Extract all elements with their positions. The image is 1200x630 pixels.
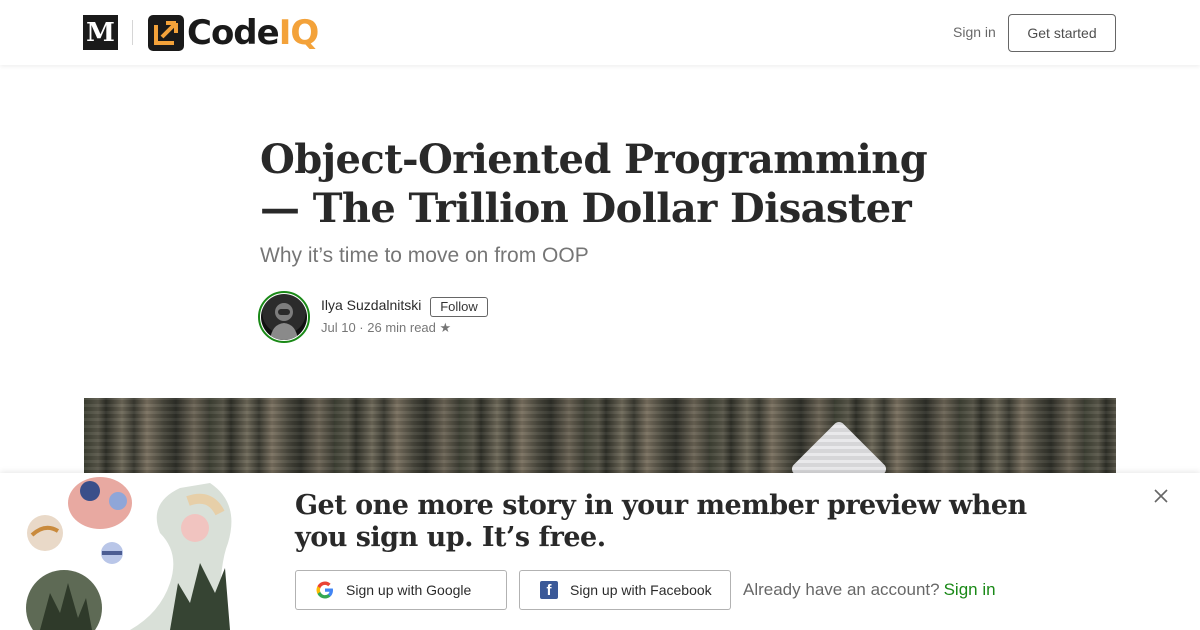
follow-button[interactable]: Follow (430, 297, 488, 317)
logo-divider (132, 20, 133, 45)
signup-banner: Get one more story in your member previe… (0, 473, 1200, 630)
banner-headline: Get one more story in your member previe… (295, 490, 1027, 553)
google-signup-button[interactable]: Sign up with Google (295, 570, 507, 610)
brand-iq-text: IQ (278, 13, 320, 53)
facebook-icon: f (540, 581, 558, 599)
article-title: Object-Oriented Programming — The Trilli… (260, 136, 928, 232)
banner-sign-in-link[interactable]: Sign in (944, 580, 996, 599)
close-icon[interactable] (1150, 485, 1172, 507)
codeiq-logo-icon (148, 15, 184, 51)
banner-illustration (20, 473, 240, 630)
author-avatar[interactable] (261, 294, 307, 340)
codeiq-logo[interactable]: CodeIQ (148, 13, 320, 53)
google-button-label: Sign up with Google (346, 582, 472, 598)
author-name[interactable]: Ilya Suzdalnitski (321, 297, 421, 313)
article-subtitle: Why it’s time to move on from OOP (260, 244, 589, 267)
facebook-button-label: Sign up with Facebook (570, 582, 712, 598)
already-account-text: Already have an account? Sign in (743, 580, 996, 600)
medium-logo[interactable]: M (83, 15, 118, 50)
google-icon (316, 581, 334, 599)
get-started-button[interactable]: Get started (1008, 14, 1116, 52)
facebook-signup-button[interactable]: f Sign up with Facebook (519, 570, 731, 610)
meta-date-readtime: Jul 10 · 26 min read (321, 320, 436, 335)
star-icon: ★ (439, 320, 452, 335)
brand-code-text: Code (187, 13, 280, 53)
site-header: M CodeIQ Sign in Get started (0, 0, 1200, 65)
header-sign-in-link[interactable]: Sign in (953, 24, 996, 40)
already-account-label: Already have an account? (743, 580, 940, 599)
article-meta: Jul 10 · 26 min read ★ (321, 320, 451, 336)
